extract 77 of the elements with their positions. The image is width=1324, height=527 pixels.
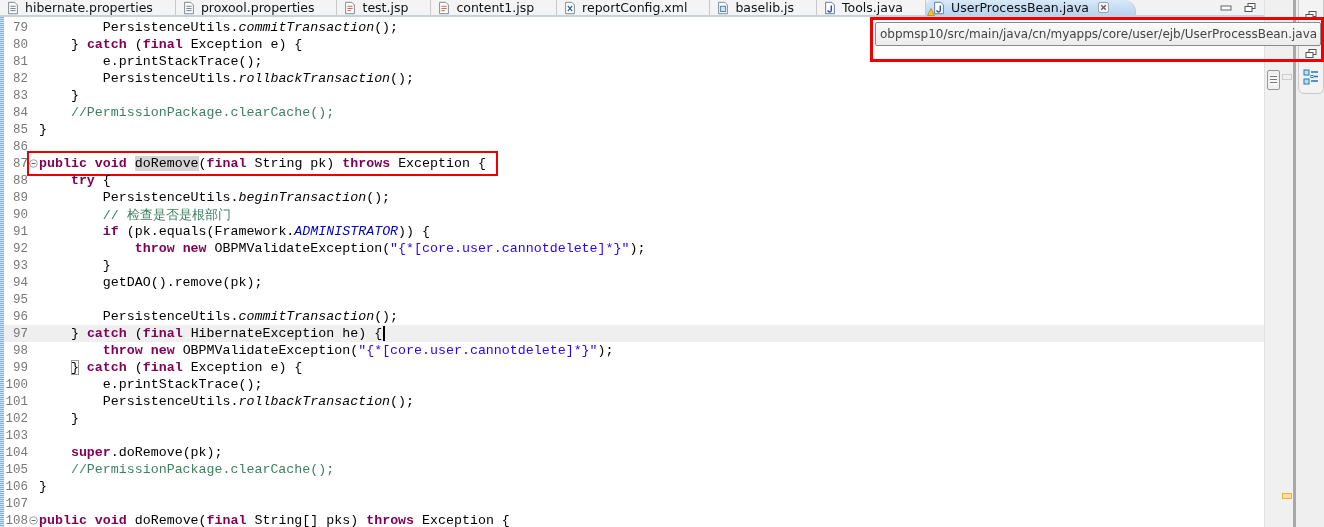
collapse-icon[interactable] [29,516,38,525]
file-icon [437,0,452,15]
line-number: 104 [4,445,28,460]
editor-tab[interactable]: UserProcessBean.java [926,0,1136,15]
line-number: 107 [4,496,28,511]
code-line: } catch (final Exception e) { [70,360,303,375]
code-line: throw new OBPMValidateException("{*[core.user.cannotdelete]*}"); [102,343,614,358]
collapse-icon[interactable] [29,159,38,168]
code-line: //PermissionPackage.clearCache(); [70,462,335,477]
code-line: try { [70,173,111,188]
scroll-thumb[interactable] [1267,70,1280,90]
code-line: PersistenceUtils.beginTransaction(); [102,190,391,205]
code-line: public void doRemove(final String[] pks) throws Exception { [39,513,510,527]
maximize-icon[interactable] [1244,2,1256,13]
code-line: PersistenceUtils.commitTransaction(); [102,309,399,324]
line-number: 90 [12,207,28,222]
line-number: 100 [4,377,28,392]
line-number: 98 [12,343,28,358]
line-number: 81 [12,54,28,69]
warning-marker[interactable] [1282,493,1292,499]
code-line: } catch (final Exception e) { [70,37,303,52]
line-number: 89 [12,190,28,205]
line-number: 101 [4,394,28,409]
line-number: 83 [12,88,28,103]
file-icon [181,0,196,15]
line-number: 79 [12,20,28,35]
warning-icon [927,7,936,16]
close-icon[interactable] [1097,2,1109,13]
code-line: public void doRemove(final String pk) throws Exception { [39,156,486,171]
line-number: 108 [4,513,28,527]
code-line: if (pk.equals(Framework.ADMINISTRATOR)) { [102,224,430,239]
code-line: PersistenceUtils.rollbackTransaction(); [102,394,415,409]
code-line: } [70,411,79,426]
line-number: 85 [12,122,28,137]
file-icon [343,0,358,15]
code-line: } [39,479,47,494]
line-number: 92 [12,241,28,256]
line-number: 97 [12,326,28,341]
code-line: // 检查是否是根部门 [102,207,231,223]
line-number: 103 [4,428,28,443]
line-number: 95 [12,292,28,307]
line-number: 93 [12,258,28,273]
outline-icon[interactable] [1303,69,1319,85]
java-file-icon [932,0,947,15]
code-line: } [39,122,47,137]
restore-icon[interactable] [1305,49,1317,59]
line-number: 86 [12,139,28,154]
code-line: super.doRemove(pk); [70,445,223,460]
file-icon [716,0,731,15]
line-number: 80 [12,37,28,52]
line-number: 87 [12,156,28,171]
code-line: e.printStackTrace(); [102,54,263,69]
line-number: 94 [12,275,28,290]
line-number: 84 [12,105,28,120]
code-line: getDAO().remove(pk); [102,275,263,290]
occurrence-marker[interactable] [1282,74,1292,80]
line-number: 105 [4,462,28,477]
code-line: PersistenceUtils.commitTransaction(); [102,20,399,35]
code-line: throw new OBPMValidateException("{*[core.user.cannotdelete]*}"); [134,241,646,256]
file-icon [563,0,578,15]
line-number: 106 [4,479,28,494]
line-number: 96 [12,309,28,324]
minimize-icon[interactable] [1220,2,1232,13]
line-number: 82 [12,71,28,86]
line-number: 102 [4,411,28,426]
code-line: } catch (final HibernateException he) { [70,326,386,341]
code-line: PersistenceUtils.rollbackTransaction(); [102,71,415,86]
java-file-icon [823,0,838,15]
line-number: 88 [12,173,28,188]
code-line: } [102,258,111,273]
code-line: } [70,88,79,103]
file-icon [6,0,20,15]
tooltip: obpmsp10/src/main/java/cn/myapps/core/user/ejb/UserProcessBean.java [875,22,1321,46]
line-number: 99 [12,360,28,375]
line-number: 91 [12,224,28,239]
code-line: //PermissionPackage.clearCache(); [70,105,335,120]
code-line: e.printStackTrace(); [102,377,263,392]
